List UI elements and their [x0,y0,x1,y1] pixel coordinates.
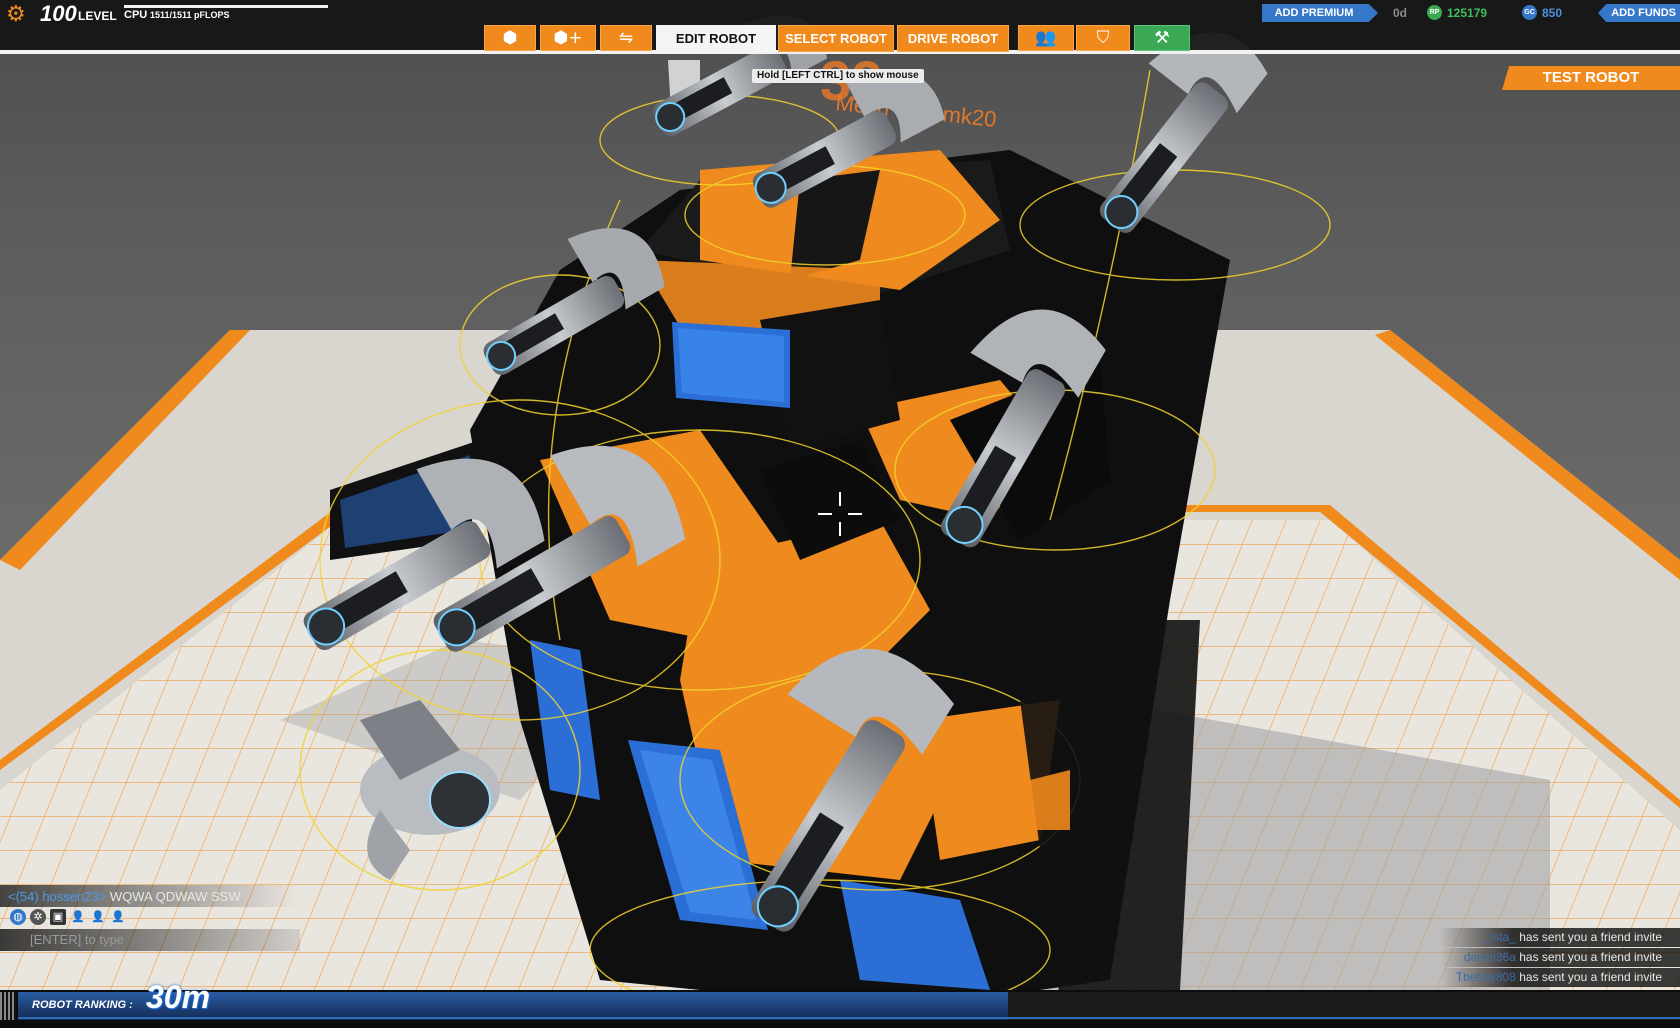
notification-name: _ista_ [1483,930,1516,944]
chat-channel-icons: ◍ ✲ ▣ 👤 👤 👤 [10,909,126,925]
galaxy-coins-value: 850 [1542,6,1563,20]
chat-team-icon[interactable]: ✲ [30,909,46,925]
chat-message-user: <(54) hossen23> [8,889,107,904]
crosshair [818,492,862,536]
friend-invite-notification[interactable]: Tbeboy808 has sent you a friend invite [1440,968,1680,987]
notification-text: has sent you a friend invite [1519,950,1662,964]
mouse-hint-tooltip: Hold [LEFT CTRL] to show mouse [752,69,924,83]
notification-name: daniel36a [1463,950,1516,964]
shield-icon: ⛉ [1096,27,1110,48]
nav-cube-button[interactable]: ⬢ [484,25,536,51]
chat-clan-icon[interactable]: 👤 [90,909,106,925]
chat-global-icon[interactable]: ◍ [10,909,26,925]
robits-value: 125179 [1447,6,1488,20]
add-premium-button[interactable]: ADD PREMIUM [1262,4,1378,22]
cube-icon: ⬢ [502,27,518,48]
chat-friend-icon[interactable]: 👤 [70,909,86,925]
chat-input-hint: [ENTER] to type [30,932,124,947]
notification-text: has sent you a friend invite [1519,930,1662,944]
nav-garage-button[interactable]: ⚒ [1134,25,1190,51]
settings-gear-icon[interactable]: ⚙ [6,4,28,26]
add-cube-icon: ⬢+ [553,27,583,48]
garage-scene[interactable]: 32 Mech ngel mk20 [0,0,1680,1028]
cpu-label: CPU [124,9,148,21]
robot-ranking-label: ROBOT RANKING : [32,999,133,1011]
garage-icon: ⚒ [1154,27,1170,48]
chat-input[interactable]: [ENTER] to type [0,929,300,951]
chat-whisper-icon[interactable]: 👤 [110,909,126,925]
chat-message-text: WQWA QDWAW SSW [109,889,241,904]
player-level-number: 100 [40,1,77,26]
nav-clan-button[interactable]: ⛉ [1076,25,1130,51]
tab-select-robot[interactable]: SELECT ROBOT [778,25,894,52]
robot-ranking-underline [18,1017,1680,1019]
tab-edit-robot[interactable]: EDIT ROBOT [656,25,776,52]
share-icon: ⇋ [618,27,634,48]
cpu-usage-bar-fill [124,5,328,8]
chat-party-icon[interactable]: ▣ [50,909,66,925]
cpu-usage-bar [124,5,328,8]
test-robot-button[interactable]: TEST ROBOT [1502,66,1680,90]
galaxy-coins-icon: GC [1522,5,1537,20]
tab-drive-robot[interactable]: DRIVE ROBOT [897,25,1009,52]
social-icon: 👥 [1035,27,1057,48]
robits-icon: RP [1427,5,1442,20]
premium-days: 0d [1393,6,1408,20]
notification-name: Tbeboy808 [1455,970,1516,984]
nav-add-cube-button[interactable]: ⬢+ [540,25,596,51]
add-funds-button[interactable]: ADD FUNDS [1598,4,1680,22]
cpu-value: 1511/1511 pFLOPS [150,10,230,20]
friend-invite-notification[interactable]: _ista_ has sent you a friend invite [1440,928,1680,947]
robot-ranking-value: 30m [146,979,211,1015]
nav-social-button[interactable]: 👥 [1018,25,1074,51]
nav-share-button[interactable]: ⇋ [600,25,652,51]
robot-ranking-empty [1008,992,1680,1020]
player-level-label: LEVEL [78,9,117,23]
robot-ranking-stripe [0,992,16,1020]
notification-text: has sent you a friend invite [1519,970,1662,984]
friend-invite-notification[interactable]: daniel36a has sent you a friend invite [1440,948,1680,967]
chat-message: <(54) hossen23> WQWA QDWAW SSW [8,889,241,904]
